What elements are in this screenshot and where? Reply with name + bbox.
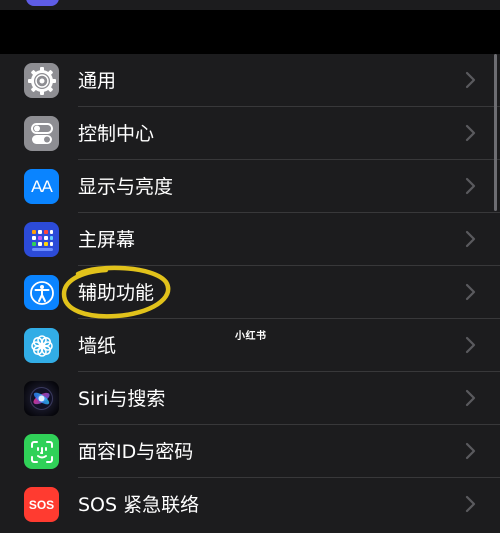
settings-row-label: SOS 紧急联络 (78, 494, 200, 516)
settings-row-emergency-sos[interactable]: SOS SOS 紧急联络 (0, 478, 500, 531)
scrollbar[interactable] (494, 54, 497, 211)
chevron-right-icon (465, 177, 476, 195)
settings-row-label: 辅助功能 (78, 282, 155, 304)
chevron-right-icon (465, 389, 476, 407)
chevron-right-icon (465, 495, 476, 513)
chevron-right-icon (465, 283, 476, 301)
watermark: 小红书 (235, 331, 267, 342)
settings-row-label: 控制中心 (78, 123, 155, 145)
sos-icon: SOS (24, 487, 59, 522)
previous-settings-group (0, 0, 500, 10)
chevron-right-icon (465, 230, 476, 248)
settings-group: 通用 控制中心 AA 显示与亮度 主屏幕 辅助功能 墙纸 Siri与搜索 面容I… (0, 54, 500, 533)
settings-row-control-center[interactable]: 控制中心 (0, 107, 500, 160)
settings-row-general[interactable]: 通用 (0, 54, 500, 107)
partial-app-icon (26, 0, 59, 6)
sos-glyph: SOS (28, 497, 55, 512)
settings-row-display-brightness[interactable]: AA 显示与亮度 (0, 160, 500, 213)
settings-row-label: 通用 (78, 70, 117, 92)
settings-row-siri-search[interactable]: Siri与搜索 (0, 372, 500, 425)
settings-row-label: 显示与亮度 (78, 176, 174, 198)
home-screen-grid-icon (24, 222, 59, 257)
aa-glyph: AA (31, 176, 53, 196)
settings-row-label: Siri与搜索 (78, 388, 166, 410)
settings-row-label: 主屏幕 (78, 229, 136, 251)
settings-row-label: 面容ID与密码 (78, 441, 194, 463)
gear-icon (24, 63, 59, 98)
accessibility-person-icon (24, 275, 59, 310)
settings-row-face-id-passcode[interactable]: 面容ID与密码 (0, 425, 500, 478)
control-center-toggles-icon (24, 116, 59, 151)
chevron-right-icon (465, 442, 476, 460)
settings-row-label: 墙纸 (78, 335, 117, 357)
wallpaper-flower-icon (24, 328, 59, 363)
face-id-icon (24, 434, 59, 469)
chevron-right-icon (465, 124, 476, 142)
siri-orb-icon (24, 381, 59, 416)
settings-row-accessibility[interactable]: 辅助功能 (0, 266, 500, 319)
settings-screen: 通用 控制中心 AA 显示与亮度 主屏幕 辅助功能 墙纸 Siri与搜索 面容I… (0, 0, 500, 533)
chevron-right-icon (465, 336, 476, 354)
text-size-aa-icon: AA (24, 169, 59, 204)
chevron-right-icon (465, 71, 476, 89)
settings-row-home-screen[interactable]: 主屏幕 (0, 213, 500, 266)
